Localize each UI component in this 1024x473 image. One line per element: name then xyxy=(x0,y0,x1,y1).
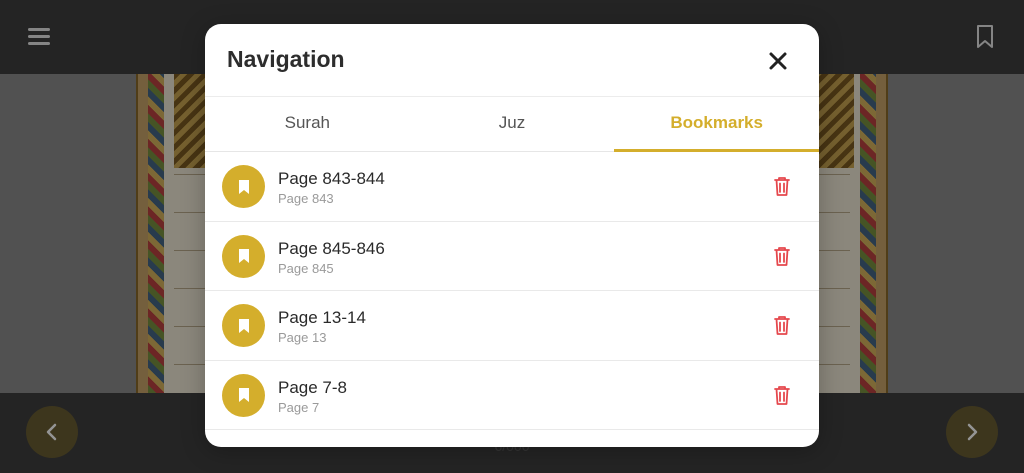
bookmark-title: Page 843-844 xyxy=(278,169,385,188)
bookmark-subtitle: Page 7 xyxy=(278,399,320,415)
bookmark-title: Page 845-846 xyxy=(278,238,385,258)
bookmark-icon xyxy=(238,318,249,333)
bookmark-title: Page 13-14 xyxy=(278,308,366,327)
trash-icon xyxy=(774,385,790,405)
bookmark-list: Page 843-844 Page 843 Page 845-846 Page … xyxy=(205,152,819,430)
bookmark-badge xyxy=(222,234,265,278)
bookmark-subtitle: Page 843 xyxy=(278,191,334,206)
delete-bookmark-button[interactable] xyxy=(771,245,793,267)
delete-bookmark-button[interactable] xyxy=(771,384,793,406)
bookmark-item[interactable]: Page 843-844 Page 843 xyxy=(205,152,819,222)
bookmark-item[interactable]: Page 845-846 Page 845 xyxy=(205,222,819,291)
delete-bookmark-button[interactable] xyxy=(771,314,793,336)
bookmark-subtitle: Page 13 xyxy=(278,330,327,345)
navigation-modal: Navigation Surah Juz Bookmarks Page 843-… xyxy=(205,24,819,447)
tab-bar: Surah Juz Bookmarks xyxy=(205,97,819,152)
modal-header: Navigation xyxy=(205,24,819,97)
delete-bookmark-button[interactable] xyxy=(771,175,793,197)
bookmark-icon xyxy=(238,179,249,194)
bookmark-subtitle: Page 845 xyxy=(278,260,334,276)
tab-bookmarks[interactable]: Bookmarks xyxy=(614,97,819,152)
bookmark-item[interactable]: Page 13-14 Page 13 xyxy=(205,291,819,361)
close-button[interactable] xyxy=(765,48,791,74)
trash-icon xyxy=(774,177,790,196)
tab-juz[interactable]: Juz xyxy=(410,97,615,151)
bookmark-item[interactable]: Page 7-8 Page 7 xyxy=(205,361,819,430)
bookmark-icon xyxy=(238,249,249,263)
close-icon xyxy=(769,52,787,70)
tab-surah[interactable]: Surah xyxy=(205,97,410,151)
bookmark-badge xyxy=(222,373,265,417)
trash-icon xyxy=(774,316,790,335)
bookmark-badge xyxy=(222,304,265,347)
modal-title: Navigation xyxy=(227,46,345,72)
bookmark-title: Page 7-8 xyxy=(278,377,347,397)
bookmark-icon xyxy=(238,388,249,402)
bookmark-badge xyxy=(222,165,265,208)
trash-icon xyxy=(774,246,790,266)
